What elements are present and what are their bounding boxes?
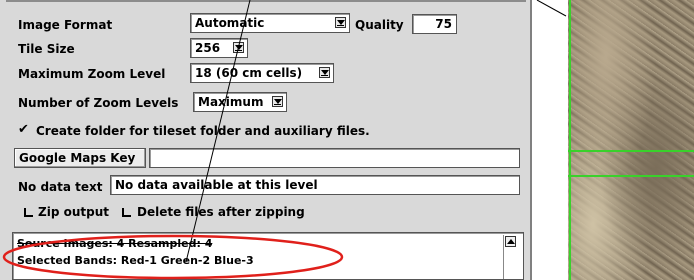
- num-zoom-dropdown[interactable]: Maximum: [193, 92, 287, 112]
- max-zoom-dropdown[interactable]: 18 (60 cm cells): [190, 63, 334, 83]
- map-preview-image: [568, 0, 694, 280]
- status-line-bands: Selected Bands: Red-1 Green-2 Blue-3: [17, 254, 254, 267]
- status-scrollbar[interactable]: [503, 235, 517, 279]
- panel-top-border: [6, 0, 526, 2]
- max-zoom-label: Maximum Zoom Level: [18, 67, 166, 81]
- map-grid-line: [569, 0, 571, 280]
- tile-size-value: 256: [195, 41, 221, 55]
- map-grid-line: [568, 150, 694, 152]
- delete-files-label: Delete files after zipping: [137, 205, 305, 219]
- image-format-label: Image Format: [18, 18, 113, 32]
- create-folder-checkbox[interactable]: ✔: [18, 122, 29, 137]
- no-data-input[interactable]: No data available at this level: [110, 175, 520, 195]
- chevron-down-icon[interactable]: [319, 67, 330, 78]
- tile-size-label: Tile Size: [18, 42, 75, 56]
- num-zoom-value: Maximum: [198, 95, 264, 109]
- tileset-options-panel: Image Format Automatic Quality 75 Tile S…: [0, 0, 532, 280]
- create-folder-label: Create folder for tileset folder and aux…: [36, 124, 370, 138]
- status-log: Source Images: 4 Resampled: 4 Selected B…: [12, 232, 524, 280]
- max-zoom-value: 18 (60 cm cells): [195, 66, 303, 80]
- chevron-down-icon[interactable]: [335, 17, 346, 28]
- chevron-down-icon[interactable]: [233, 42, 244, 53]
- pointer-line: [536, 0, 567, 17]
- scroll-up-icon[interactable]: [505, 236, 516, 247]
- zip-output-checkbox[interactable]: [24, 208, 33, 217]
- chevron-down-icon[interactable]: [272, 96, 283, 107]
- image-format-dropdown[interactable]: Automatic: [190, 13, 350, 33]
- delete-files-checkbox[interactable]: [122, 208, 131, 217]
- no-data-label: No data text: [18, 180, 103, 194]
- google-maps-key-input[interactable]: [149, 148, 520, 168]
- image-format-value: Automatic: [195, 16, 265, 30]
- status-line-source: Source Images: 4 Resampled: 4: [17, 237, 213, 250]
- map-grid-line: [568, 175, 694, 177]
- zip-output-label: Zip output: [38, 205, 109, 219]
- num-zoom-label: Number of Zoom Levels: [18, 96, 179, 110]
- google-maps-key-button[interactable]: Google Maps Key: [14, 148, 146, 168]
- quality-input[interactable]: 75: [412, 14, 457, 34]
- tile-size-dropdown[interactable]: 256: [190, 38, 248, 58]
- quality-label: Quality: [355, 18, 404, 32]
